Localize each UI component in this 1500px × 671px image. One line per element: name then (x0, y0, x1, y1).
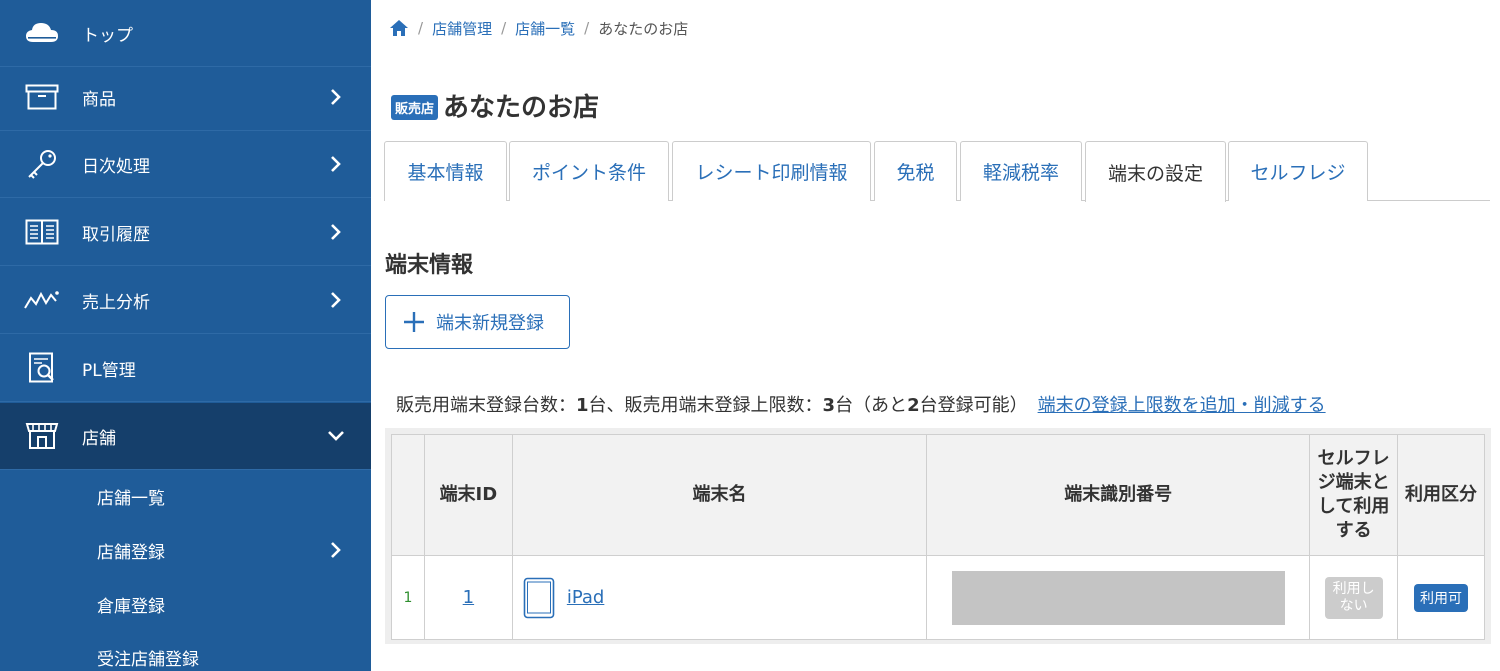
header-terminal-id[interactable]: 端末ID (423, 434, 513, 556)
self-checkout-badge: 利用し ない (1324, 576, 1383, 619)
breadcrumb-separator: / (584, 19, 590, 37)
cell-terminal-serial (926, 555, 1311, 640)
key-icon (24, 149, 60, 179)
tablet-icon (523, 577, 555, 618)
sidebar-item-top[interactable]: トップ (0, 0, 371, 67)
tab-basic-info[interactable]: 基本情報 (384, 141, 507, 201)
sidebar-item-store[interactable]: 店舗 (0, 403, 371, 470)
sidebar: トップ 商品 日次処理 取引履歴 売上分析 PL管理 店舗 店舗一覧 店舗登録 … (0, 0, 371, 671)
count-text: 台（あと (835, 395, 908, 416)
cell-usage: 利用可 (1397, 555, 1485, 640)
sidebar-subitem-store-register[interactable]: 店舗登録 (0, 523, 371, 577)
registered-count: 1 (576, 395, 589, 416)
tab-tax-free[interactable]: 免税 (874, 141, 957, 201)
sidebar-subitem-label: 受注店舗登録 (97, 649, 199, 670)
sidebar-subitem-warehouse-register[interactable]: 倉庫登録 (0, 577, 371, 631)
usage-badge: 利用可 (1414, 583, 1469, 612)
header-self-checkout[interactable]: セルフレ ジ端末と して利用 する (1309, 434, 1399, 556)
add-terminal-label: 端末新規登録 (436, 313, 544, 334)
section-title: 端末情報 (385, 253, 474, 278)
tab-terminal-settings[interactable]: 端末の設定 (1085, 141, 1226, 202)
sidebar-item-sales[interactable]: 売上分析 (0, 267, 371, 334)
sidebar-subitem-label: 倉庫登録 (97, 596, 165, 617)
sidebar-subitem-label: 店舗一覧 (97, 488, 165, 509)
main-content: / 店舗管理 / 店舗一覧 / あなたのお店 販売店 あなたのお店 基本情報 ポ… (371, 0, 1500, 671)
chevron-right-icon (331, 156, 341, 172)
limit-count: 3 (822, 395, 836, 416)
chevron-right-icon (331, 89, 341, 105)
terminal-count-summary: 販売用端末登録台数：1台、販売用端末登録上限数：3台（あと2台登録可能） 端末の登… (396, 391, 1326, 417)
breadcrumb-link-store-management[interactable]: 店舗管理 (432, 18, 492, 39)
breadcrumb-separator: / (501, 19, 507, 37)
count-text: 台、販売用端末登録上限数： (588, 395, 823, 416)
sidebar-item-label: 商品 (82, 89, 116, 110)
report-icon (24, 352, 60, 383)
box-icon (24, 82, 60, 112)
header-rownum (391, 434, 425, 556)
book-icon (24, 217, 60, 247)
sidebar-item-label: 店舗 (82, 428, 116, 449)
chevron-down-icon (328, 431, 344, 441)
cell-terminal-id: 1 (423, 555, 513, 640)
cloud-icon (24, 18, 60, 48)
row-number: 1 (391, 555, 425, 640)
count-text: 台登録可能） (919, 395, 1028, 416)
breadcrumb-separator: / (418, 19, 424, 37)
sidebar-item-label: 日次処理 (82, 156, 150, 177)
table-header-row: 端末ID 端末名 端末識別番号 セルフレ ジ端末と して利用 する 利用区分 (391, 434, 1485, 556)
sidebar-item-label: 売上分析 (82, 292, 150, 313)
breadcrumb-link-store-list[interactable]: 店舗一覧 (515, 18, 575, 39)
page-header: 販売店 あなたのお店 (391, 87, 599, 124)
sidebar-subitem-order-store-register[interactable]: 受注店舗登録 (0, 630, 371, 671)
terminal-name-link[interactable]: iPad (567, 587, 605, 608)
sidebar-item-label: PL管理 (82, 360, 136, 381)
chevron-right-icon (331, 224, 341, 240)
masked-serial (951, 570, 1285, 625)
tab-receipt-print[interactable]: レシート印刷情報 (672, 141, 871, 201)
home-icon[interactable] (389, 19, 409, 37)
store-type-badge: 販売店 (391, 95, 439, 120)
header-terminal-name[interactable]: 端末名 (511, 434, 928, 556)
count-text: 販売用端末登録台数： (396, 395, 576, 416)
cell-self-checkout: 利用し ない (1309, 555, 1399, 640)
tab-bar: 基本情報 ポイント条件 レシート印刷情報 免税 軽減税率 端末の設定 セルフレジ (384, 141, 1490, 202)
page-title: あなたのお店 (443, 93, 600, 123)
sidebar-item-label: 取引履歴 (82, 224, 150, 245)
chevron-right-icon (331, 542, 341, 558)
sidebar-item-label: トップ (82, 25, 133, 46)
sidebar-item-products[interactable]: 商品 (0, 64, 371, 131)
remaining-count: 2 (907, 395, 920, 416)
adjust-limit-link[interactable]: 端末の登録上限数を追加・削減する (1038, 395, 1326, 416)
sidebar-item-history[interactable]: 取引履歴 (0, 199, 371, 266)
terminal-table-container: 端末ID 端末名 端末識別番号 セルフレ ジ端末と して利用 する 利用区分 1… (385, 428, 1491, 644)
trend-icon (24, 285, 60, 315)
plus-icon (404, 312, 424, 332)
store-icon (24, 421, 60, 451)
terminal-table: 端末ID 端末名 端末識別番号 セルフレ ジ端末と して利用 する 利用区分 1… (391, 434, 1485, 640)
header-terminal-serial[interactable]: 端末識別番号 (926, 434, 1311, 556)
sidebar-subitem-store-list[interactable]: 店舗一覧 (0, 469, 371, 523)
tab-reduced-tax[interactable]: 軽減税率 (960, 141, 1082, 201)
breadcrumb-current: あなたのお店 (598, 19, 689, 38)
add-terminal-button[interactable]: 端末新規登録 (385, 295, 570, 349)
table-row: 1 1 iPad 利用し ない 利用可 (391, 555, 1485, 640)
sidebar-subitem-label: 店舗登録 (97, 542, 165, 563)
header-usage[interactable]: 利用区分 (1397, 434, 1485, 556)
sidebar-item-daily[interactable]: 日次処理 (0, 131, 371, 198)
terminal-id-link[interactable]: 1 (463, 587, 474, 608)
sidebar-item-pl[interactable]: PL管理 (0, 335, 371, 402)
breadcrumb: / 店舗管理 / 店舗一覧 / あなたのお店 (389, 17, 688, 39)
chevron-right-icon (331, 292, 341, 308)
tab-point-conditions[interactable]: ポイント条件 (509, 141, 669, 201)
tab-self-checkout[interactable]: セルフレジ (1228, 141, 1368, 201)
cell-terminal-name: iPad (511, 555, 928, 640)
